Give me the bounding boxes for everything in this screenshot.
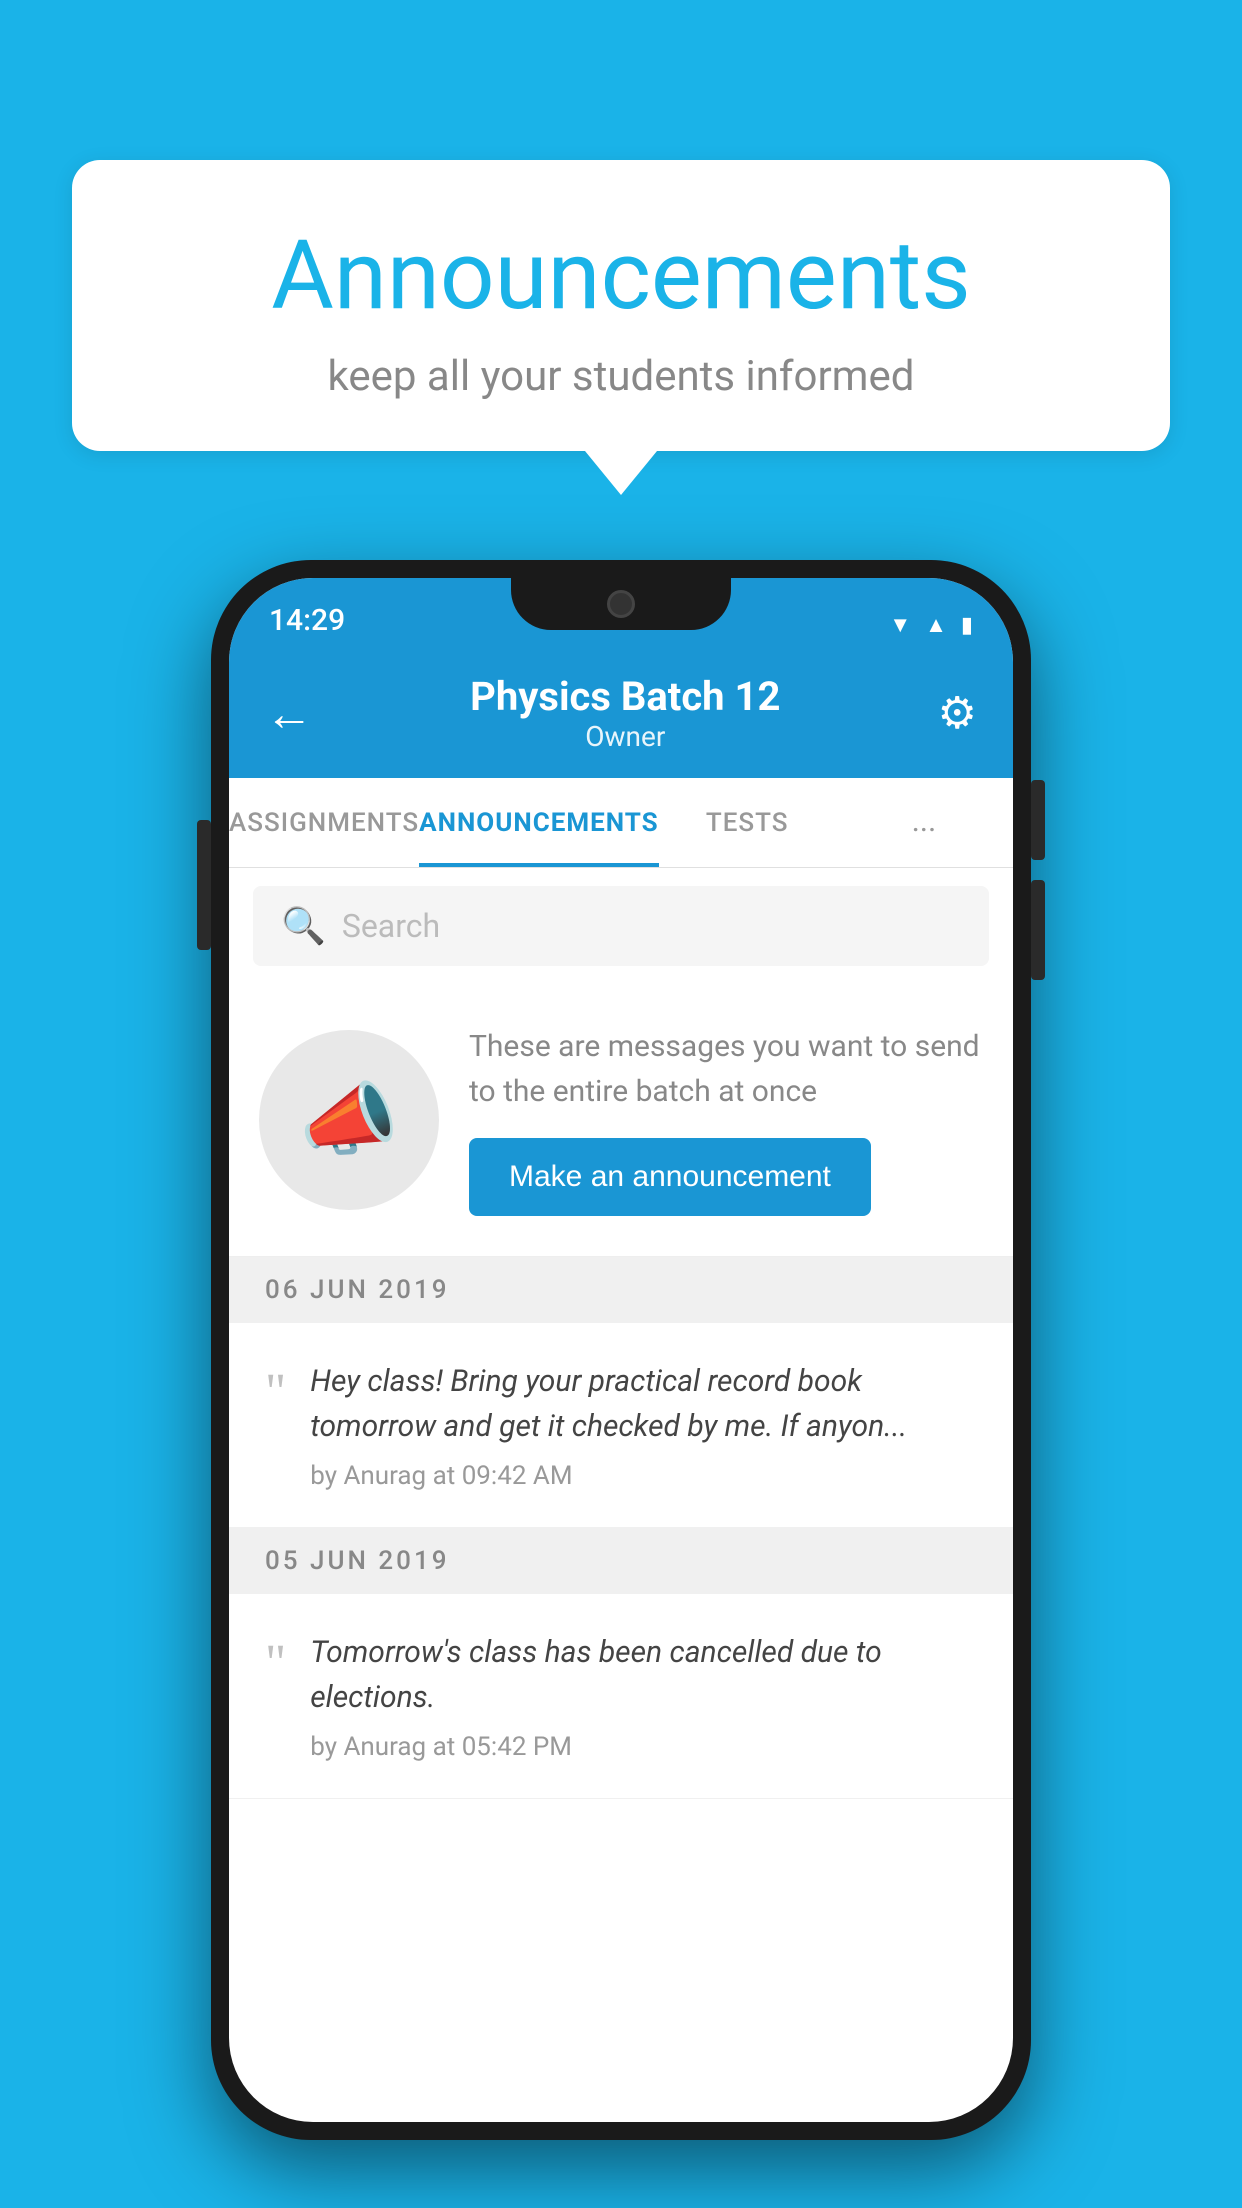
status-icons: [889, 610, 973, 638]
wifi-icon: [889, 610, 911, 638]
message-item-2: " Tomorrow's class has been cancelled du…: [229, 1594, 1013, 1799]
volume-up-button: [1031, 780, 1045, 860]
signal-icon: [925, 610, 947, 638]
quote-icon-2: ": [265, 1638, 286, 1690]
message-text-2: Tomorrow's class has been cancelled due …: [310, 1630, 977, 1720]
battery-icon: [961, 610, 973, 638]
tab-tests[interactable]: TESTS: [659, 778, 836, 867]
message-author-2: by Anurag at 05:42 PM: [310, 1732, 977, 1762]
announcement-description: These are messages you want to send to t…: [469, 1024, 983, 1114]
tab-bar: ASSIGNMENTS ANNOUNCEMENTS TESTS ...: [229, 778, 1013, 868]
speech-bubble-arrow: [585, 451, 657, 495]
power-button: [197, 820, 211, 950]
message-text-1: Hey class! Bring your practical record b…: [310, 1359, 977, 1449]
announcement-icon-circle: 📣: [259, 1030, 439, 1210]
megaphone-icon: 📣: [299, 1073, 399, 1167]
make-announcement-button[interactable]: Make an announcement: [469, 1138, 871, 1216]
speech-bubble-title: Announcements: [152, 220, 1090, 332]
search-placeholder: Search: [342, 907, 440, 945]
batch-title: Physics Batch 12: [313, 673, 938, 720]
message-item-1: " Hey class! Bring your practical record…: [229, 1323, 1013, 1528]
speech-bubble-subtitle: keep all your students informed: [152, 352, 1090, 401]
tab-assignments[interactable]: ASSIGNMENTS: [229, 778, 419, 867]
message-content-1: Hey class! Bring your practical record b…: [310, 1359, 977, 1491]
phone-mockup: 14:29 ← Physics Batch 12 Owner ⚙: [211, 560, 1031, 2140]
search-container: 🔍 Search: [229, 868, 1013, 984]
phone-outer-frame: 14:29 ← Physics Batch 12 Owner ⚙: [211, 560, 1031, 2140]
tab-announcements[interactable]: ANNOUNCEMENTS: [419, 778, 658, 867]
speech-bubble-section: Announcements keep all your students inf…: [72, 160, 1170, 495]
toolbar-title-area: Physics Batch 12 Owner: [313, 673, 938, 753]
search-icon: 🔍: [281, 905, 326, 947]
status-time: 14:29: [269, 603, 345, 638]
volume-down-button: [1031, 880, 1045, 980]
phone-screen: 14:29 ← Physics Batch 12 Owner ⚙: [229, 578, 1013, 2122]
date-separator-1: 06 JUN 2019: [229, 1257, 1013, 1323]
phone-notch: [511, 578, 731, 630]
announcement-right-content: These are messages you want to send to t…: [469, 1024, 983, 1216]
front-camera: [607, 590, 635, 618]
message-author-1: by Anurag at 09:42 AM: [310, 1461, 977, 1491]
settings-button[interactable]: ⚙: [938, 687, 977, 739]
search-bar[interactable]: 🔍 Search: [253, 886, 989, 966]
quote-icon-1: ": [265, 1367, 286, 1419]
date-separator-2: 05 JUN 2019: [229, 1528, 1013, 1594]
batch-role: Owner: [313, 720, 938, 753]
back-button[interactable]: ←: [265, 685, 313, 742]
speech-bubble-card: Announcements keep all your students inf…: [72, 160, 1170, 451]
announcement-prompt-section: 📣 These are messages you want to send to…: [229, 984, 1013, 1257]
message-content-2: Tomorrow's class has been cancelled due …: [310, 1630, 977, 1762]
app-toolbar: ← Physics Batch 12 Owner ⚙: [229, 648, 1013, 778]
tab-more[interactable]: ...: [836, 778, 1013, 867]
